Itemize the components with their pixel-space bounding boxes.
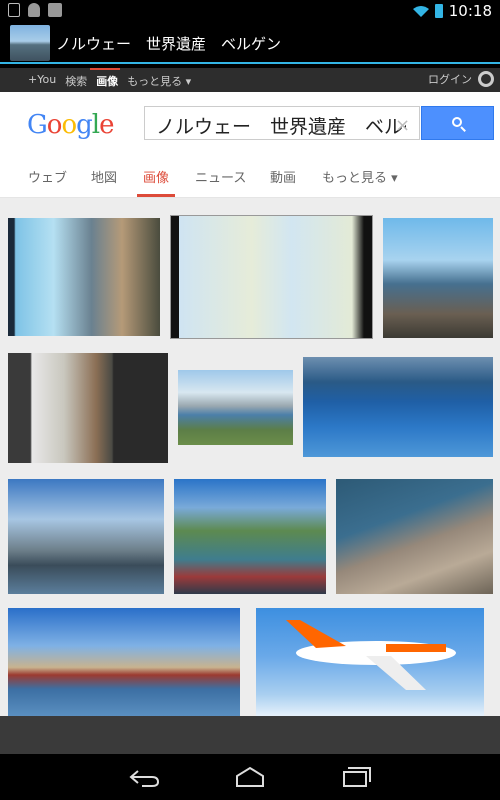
search-button[interactable] bbox=[421, 106, 494, 140]
airplane-icon bbox=[286, 620, 456, 690]
back-icon[interactable] bbox=[128, 768, 160, 788]
search-query-text: ノルウェー 世界遺産 ベルゲン bbox=[156, 116, 406, 138]
blue-fjord-image[interactable] bbox=[303, 357, 493, 457]
gbar-item-search[interactable]: 検索 bbox=[65, 73, 87, 89]
google-logo[interactable]: Google bbox=[27, 110, 114, 140]
window-title: ノルウェー 世界遺産 ベルゲン bbox=[56, 35, 282, 53]
recent-apps-icon[interactable] bbox=[342, 766, 372, 788]
logo-letter: o bbox=[61, 110, 77, 140]
bryggen-waterfront-image[interactable] bbox=[8, 608, 240, 716]
logo-letter: G bbox=[27, 110, 48, 140]
tab-videos[interactable]: 動画 bbox=[270, 167, 296, 186]
gbar-item-more[interactable]: もっと見る ▾ bbox=[127, 73, 191, 89]
camera-icon bbox=[48, 3, 62, 17]
title-underline bbox=[0, 62, 500, 64]
fjord-clouds-image[interactable] bbox=[8, 479, 164, 594]
battery-icon bbox=[434, 4, 443, 18]
tab-web[interactable]: ウェブ bbox=[28, 167, 67, 186]
tab-images[interactable]: 画像 bbox=[143, 167, 169, 186]
logo-letter: g bbox=[76, 110, 93, 140]
preikestolen-cliff-image[interactable] bbox=[336, 479, 493, 594]
login-link[interactable]: ログイン bbox=[428, 71, 472, 87]
bergen-aerial-view-image[interactable] bbox=[8, 218, 160, 336]
tab-more[interactable]: もっと見る ▾ bbox=[322, 167, 398, 186]
search-input[interactable]: ノルウェー 世界遺産 ベルゲン bbox=[144, 106, 420, 140]
status-bar: 10:18 bbox=[0, 0, 500, 22]
tab-maps[interactable]: 地図 bbox=[91, 167, 117, 186]
bergen-city-harbor-image[interactable] bbox=[383, 218, 493, 338]
logo-letter: o bbox=[46, 110, 63, 140]
clear-icon[interactable]: × bbox=[395, 115, 410, 136]
google-bar: +You 検索 画像 もっと見る ▾ ログイン bbox=[0, 68, 500, 92]
easyjet-airplane-image[interactable] bbox=[256, 608, 484, 716]
bryggen-rotated-image[interactable] bbox=[8, 353, 168, 463]
navigation-bar bbox=[0, 754, 500, 800]
logo-letter: e bbox=[99, 110, 114, 140]
fjord-snow-mountains-image[interactable] bbox=[178, 370, 293, 445]
search-icon-handle bbox=[460, 126, 466, 132]
clock: 10:18 bbox=[448, 2, 492, 20]
search-tabs: ウェブ 地図 画像 ニュース 動画 もっと見る ▾ bbox=[0, 156, 500, 198]
wifi-icon bbox=[412, 6, 429, 17]
gear-icon[interactable] bbox=[478, 71, 494, 87]
notification-icons bbox=[8, 3, 62, 17]
title-bar: ノルウェー 世界遺産 ベルゲン bbox=[0, 22, 500, 64]
logo-letter: l bbox=[91, 110, 100, 140]
search-icon bbox=[452, 117, 462, 127]
bottom-panel bbox=[0, 716, 500, 754]
home-icon[interactable] bbox=[235, 766, 265, 788]
tab-news[interactable]: ニュース bbox=[195, 167, 246, 186]
gbar-item-you[interactable]: +You bbox=[28, 73, 56, 89]
android-icon bbox=[28, 3, 40, 17]
fjord-ship-deck-image[interactable] bbox=[174, 479, 326, 594]
image-results-grid bbox=[0, 198, 500, 716]
norway-map-image[interactable] bbox=[170, 215, 373, 339]
app-thumbnail-icon[interactable] bbox=[10, 25, 50, 61]
sim-icon bbox=[8, 3, 20, 17]
gbar-item-images[interactable]: 画像 bbox=[96, 73, 118, 89]
gbar-active-indicator bbox=[90, 68, 120, 70]
active-tab-indicator bbox=[137, 194, 175, 197]
